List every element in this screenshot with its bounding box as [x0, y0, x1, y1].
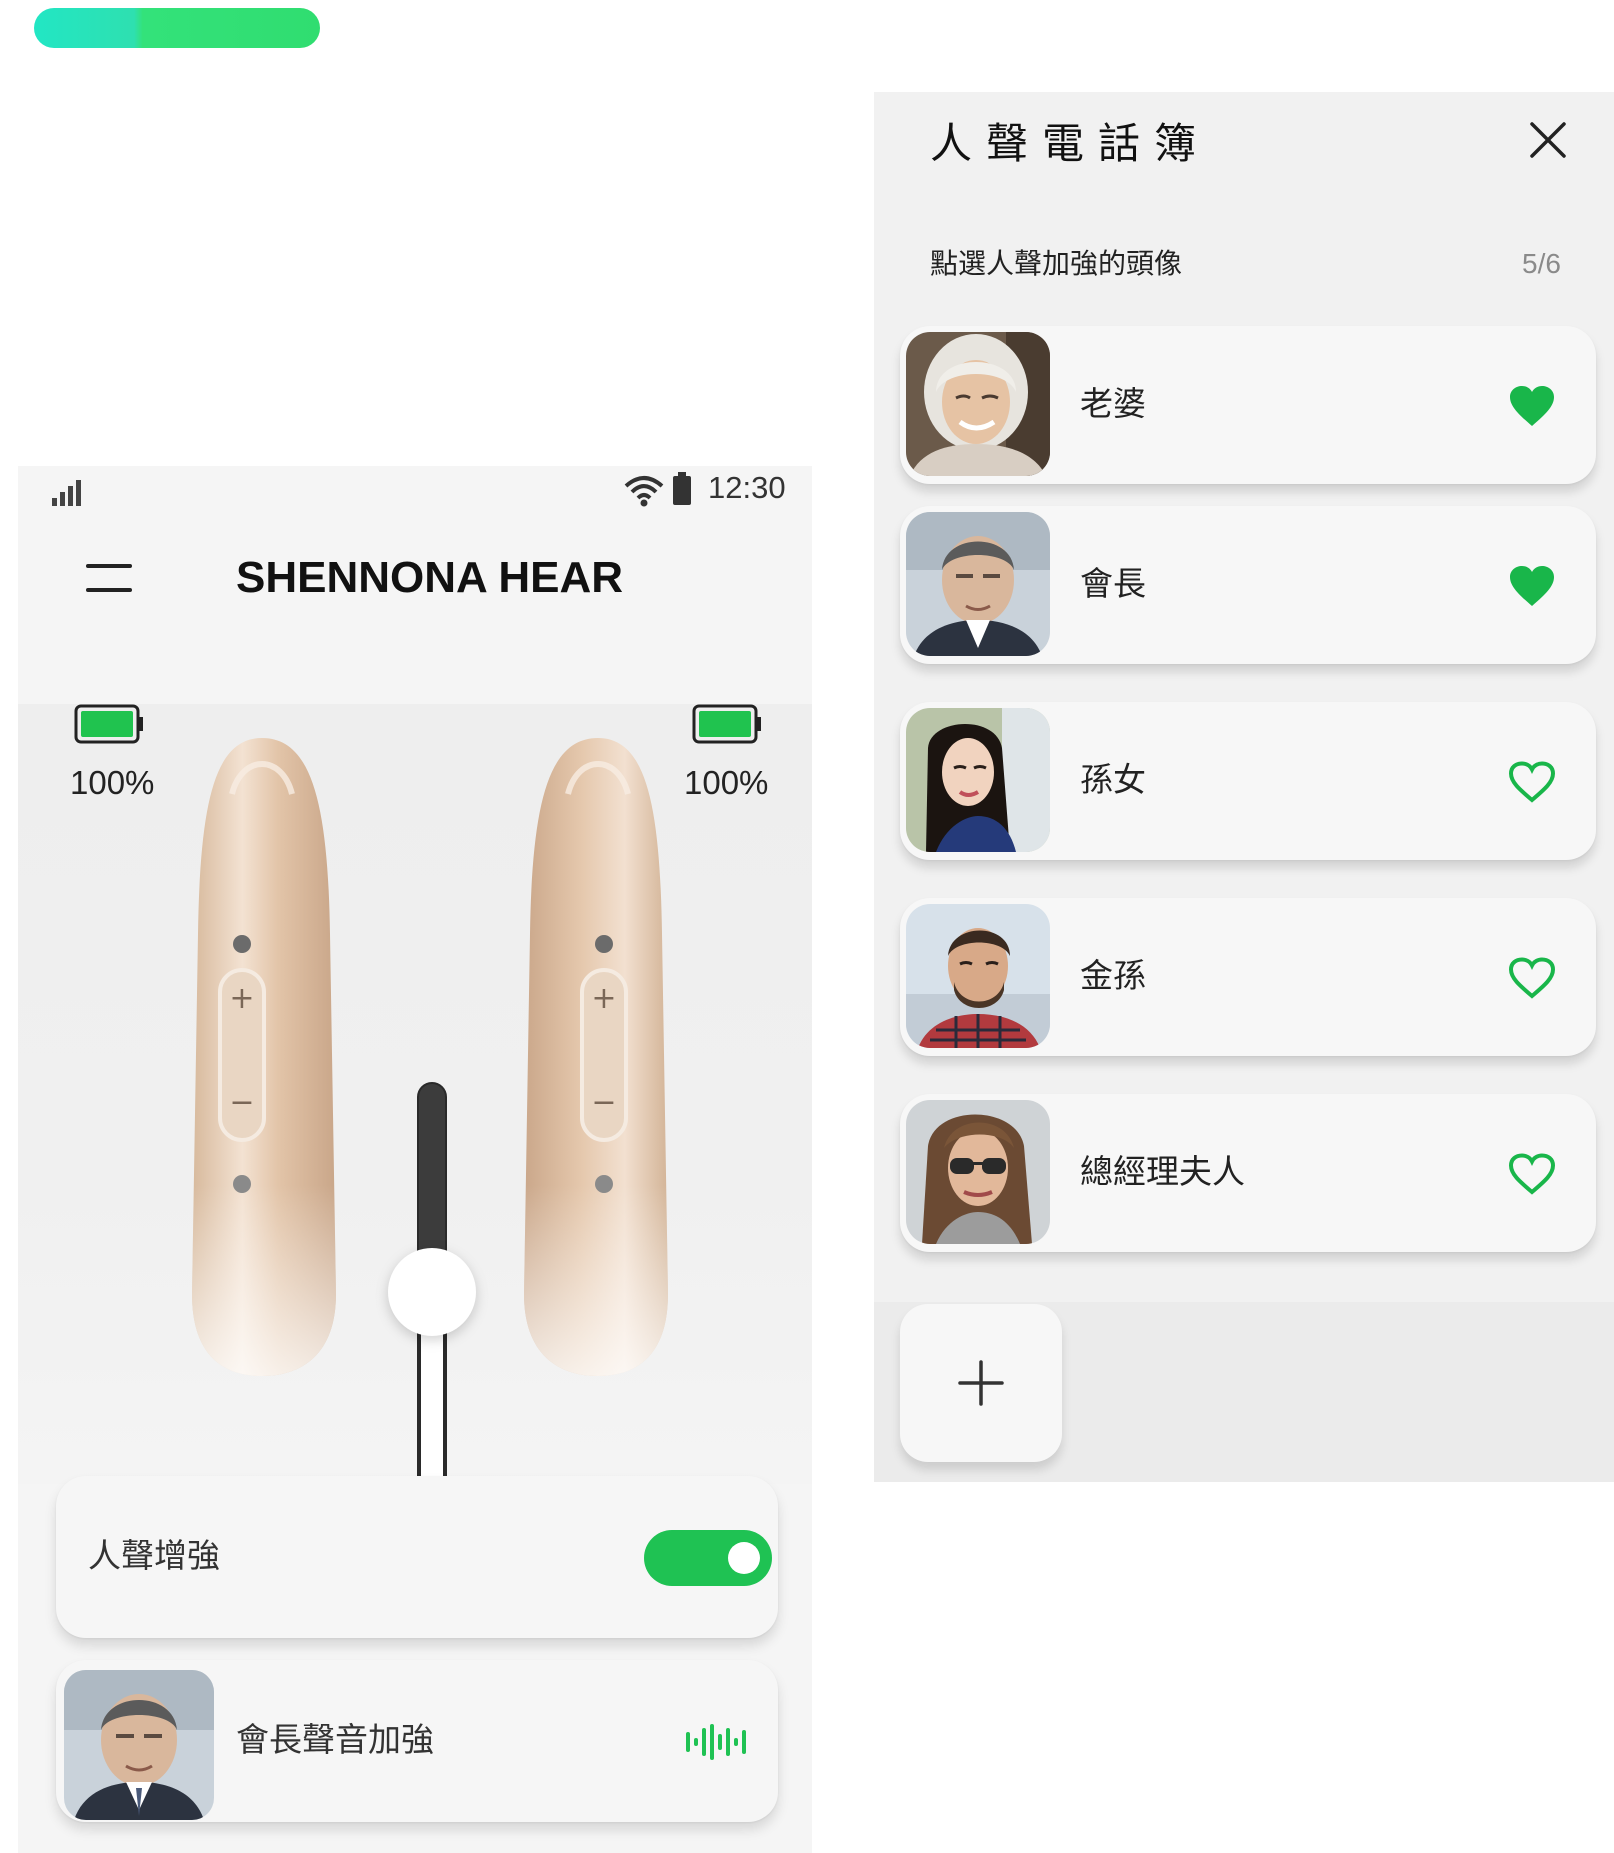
- wifi-icon: [624, 476, 664, 507]
- contact-avatar: [906, 1100, 1050, 1244]
- right-battery-icon: [692, 704, 761, 744]
- contact-name: 孫女: [1080, 760, 1146, 799]
- app-title: SHENNONA HEAR: [236, 553, 624, 602]
- contact-avatar: [906, 708, 1050, 852]
- left-battery-percent: 100%: [70, 764, 155, 801]
- phonebook-title: 人聲電話簿: [930, 119, 1211, 168]
- volume-slider[interactable]: [372, 1080, 492, 1520]
- voice-enhance-toggle[interactable]: [644, 1530, 772, 1586]
- hearing-app-screen: 12:30 SHENNONA HEAR 100% 100% + − + − 人聲…: [18, 466, 812, 1853]
- contact-name: 老婆: [1080, 384, 1146, 423]
- hearing-aids-panel: 100% 100% + − + −: [18, 704, 812, 1592]
- phonebook-subtitle: 點選人聲加強的頭像: [930, 247, 1183, 280]
- right-aid-plus-label: +: [591, 981, 616, 1016]
- heart-filled-icon[interactable]: [1508, 384, 1556, 428]
- left-aid-minus-label: −: [229, 1085, 254, 1120]
- heart-filled-icon[interactable]: [1508, 564, 1556, 608]
- close-icon[interactable]: [1528, 120, 1568, 160]
- contact-item-wife[interactable]: 老婆: [900, 326, 1596, 484]
- chairman-avatar: [64, 1670, 214, 1820]
- contact-avatar: [906, 512, 1050, 656]
- contact-avatar: [906, 904, 1050, 1048]
- top-progress-pill: [34, 8, 320, 48]
- right-aid-minus-label: −: [591, 1085, 616, 1120]
- left-aid-plus-label: +: [229, 981, 254, 1016]
- menu-icon[interactable]: [84, 558, 134, 598]
- battery-status-icon: [673, 472, 691, 505]
- chairman-voice-boost-card[interactable]: 會長聲音加強: [56, 1660, 778, 1822]
- contact-item-chairman[interactable]: 會長: [900, 506, 1596, 664]
- contact-avatar: [906, 332, 1050, 476]
- left-hearing-aid: + −: [192, 738, 336, 1376]
- signal-icon: [52, 480, 81, 506]
- contact-item-gm-wife[interactable]: 總經理夫人: [900, 1094, 1596, 1252]
- right-battery-percent: 100%: [684, 764, 769, 801]
- phonebook-count: 5/6: [1522, 248, 1561, 279]
- right-hearing-aid: + −: [524, 738, 668, 1376]
- heart-outline-icon[interactable]: [1508, 760, 1556, 804]
- heart-outline-icon[interactable]: [1508, 956, 1556, 1000]
- voice-enhance-card: 人聲增強: [56, 1476, 778, 1638]
- contact-item-grandson[interactable]: 金孫: [900, 898, 1596, 1056]
- chairman-voice-boost-label: 會長聲音加強: [236, 1720, 434, 1759]
- status-bar: 12:30: [18, 466, 812, 526]
- contact-name: 金孫: [1080, 956, 1146, 995]
- left-battery-icon: [74, 704, 143, 744]
- toggle-knob: [728, 1542, 760, 1574]
- voice-phonebook-panel: 人聲電話簿 點選人聲加強的頭像 5/6 老婆 會長 孫女 金孫 總經理夫人: [874, 92, 1614, 1482]
- plus-icon: [958, 1360, 1004, 1406]
- voice-enhance-label: 人聲增強: [88, 1536, 220, 1575]
- contact-item-granddaughter[interactable]: 孫女: [900, 702, 1596, 860]
- status-time: 12:30: [708, 470, 786, 505]
- volume-knob: [388, 1248, 476, 1336]
- contact-name: 會長: [1080, 564, 1146, 603]
- contact-name: 總經理夫人: [1080, 1152, 1245, 1191]
- sound-wave-icon: [686, 1724, 746, 1760]
- heart-outline-icon[interactable]: [1508, 1152, 1556, 1196]
- add-contact-button[interactable]: [900, 1304, 1062, 1462]
